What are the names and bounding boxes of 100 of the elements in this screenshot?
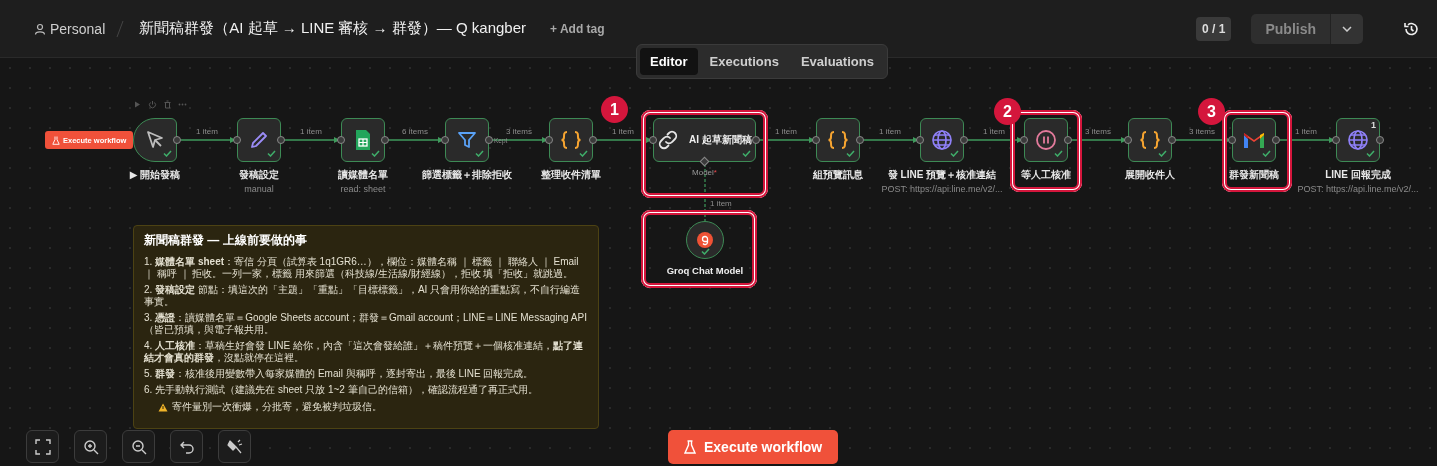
item-count-label: 1 item: [1294, 127, 1318, 136]
play-icon[interactable]: [133, 100, 142, 109]
trash-icon[interactable]: [163, 100, 172, 109]
eraser-button[interactable]: [218, 430, 251, 463]
node-label: AI 起草新聞稿: [689, 133, 752, 147]
fit-view-button[interactable]: [26, 430, 59, 463]
project-link[interactable]: Personal: [34, 20, 106, 37]
output-handle[interactable]: [1376, 136, 1384, 144]
item-count-label: 1 item: [611, 127, 635, 136]
history-icon[interactable]: [1403, 20, 1419, 37]
link-icon: [657, 129, 680, 151]
node-label: 整理收件清單: [541, 168, 601, 182]
output-handle[interactable]: [1272, 136, 1280, 144]
dropdown-button[interactable]: [1330, 13, 1363, 44]
zoom-in-button[interactable]: [74, 430, 107, 463]
item-count-label: 1 item: [982, 127, 1006, 136]
node-subtitle: read: sheet: [340, 184, 386, 194]
node-label: 等人工核准: [1021, 168, 1071, 182]
add-tag-link[interactable]: + Add tag: [550, 21, 605, 36]
node-label: 發 LINE 預覽＋核准連結: [887, 168, 997, 182]
model-handle[interactable]: [699, 156, 710, 167]
pencil-icon: [248, 129, 270, 151]
run-count: 1: [1371, 120, 1376, 130]
node-subtitle: manual: [244, 184, 274, 194]
item-count-label: 3 items: [1084, 127, 1112, 136]
output-handle[interactable]: [960, 136, 968, 144]
node-label: 組預覽訊息: [813, 168, 863, 182]
step-number-badge: 3: [1198, 98, 1225, 125]
item-count-label: 1 item: [195, 127, 219, 136]
note-warning: 寄件量別一次衝爆，分批寄，避免被判垃圾信。: [172, 400, 382, 414]
input-handle[interactable]: [1228, 136, 1236, 144]
input-handle[interactable]: [545, 136, 553, 144]
note-item: 4. 人工核准：草稿生好會發 LINE 給你，內含「這次會發給誰」＋稿件預覽＋一個核准連結，點了連結才會真的群發，沒點就停在這裡。: [144, 340, 584, 364]
output-handle[interactable]: [485, 136, 493, 144]
node-label: 讀媒體名單: [338, 168, 388, 182]
zoom-in-icon: [82, 438, 99, 455]
item-count-label: 1 item: [774, 127, 798, 136]
cursor-icon: [144, 129, 166, 151]
output-handle[interactable]: [752, 136, 760, 144]
node-label: Groq Chat Model: [666, 265, 744, 276]
output-handle[interactable]: [381, 136, 389, 144]
input-handle[interactable]: [1332, 136, 1340, 144]
output-handle[interactable]: [589, 136, 597, 144]
power-icon[interactable]: [148, 100, 157, 109]
flask-icon: [684, 440, 696, 454]
swirl-icon: [697, 232, 713, 248]
note-item: 6. 先手動執行測試（建議先在 sheet 只放 1~2 筆自己的信箱），確認流程通了再正式用。: [144, 384, 539, 396]
input-handle[interactable]: [1124, 136, 1132, 144]
input-handle[interactable]: [812, 136, 820, 144]
node-subtitle: POST: https://api.line.me/v2/...: [1297, 184, 1419, 194]
view-tab[interactable]: Editor: [640, 48, 698, 75]
workflow-title[interactable]: 新聞稿群發（AI 起草 → LINE 審核 → 群發）— Q kangber: [139, 19, 526, 38]
version-counter: 0 / 1: [1196, 16, 1232, 41]
item-count-label: 1 item: [710, 199, 732, 208]
port-label: Model*: [692, 168, 717, 177]
note-item: 3. 憑證：讀媒體名單＝Google Sheets account；群發＝Gmail account；LINE＝LINE Messaging API（皆已預填，與電子報共用。: [144, 312, 588, 336]
zoom-out-icon: [130, 438, 147, 455]
item-count-label: 1 item: [299, 127, 323, 136]
globe-icon: [931, 129, 953, 151]
mail-icon: [1242, 130, 1266, 150]
node-label: LINE 回報完成: [1325, 168, 1391, 182]
input-handle[interactable]: [916, 136, 924, 144]
node-label: 群發新聞稿: [1229, 168, 1279, 182]
spreadsheet-icon: [354, 129, 372, 151]
note-item: 1. 媒體名單 sheet：寄信 分頁（試算表 1q1GR6…），欄位：媒體名稱 ｜ 標籤 ｜ 聯絡人 ｜ Email ｜ 稱呼 ｜ 拒收。一列一家，標籤 用來篩選（科技線/生活線/財經線），拒收 填「拒收」就跳過。: [144, 256, 580, 280]
braces-icon: [826, 129, 850, 151]
node-label: 篩選標籤＋排除拒收: [422, 168, 512, 182]
undo-button[interactable]: [170, 430, 203, 463]
input-handle[interactable]: [1020, 136, 1028, 144]
note-item: 2. 發稿設定 節點：填這次的「主題」「重點」「目標標籤」，AI 只會用你給的重點寫，不自行編造事實。: [144, 284, 582, 308]
braces-icon: [1138, 129, 1162, 151]
input-handle[interactable]: [649, 136, 657, 144]
chevron-icon: [1342, 25, 1352, 32]
note-item: 5. 群發：核准後用變數帶入每家媒體的 Email 與稱呼，逐封寄出，最後 LINE 回報完成。: [144, 368, 535, 380]
output-handle[interactable]: [856, 136, 864, 144]
output-handle[interactable]: [173, 136, 181, 144]
warning-icon: [158, 402, 168, 412]
pause-icon: [1035, 129, 1057, 151]
zoom-out-button[interactable]: [122, 430, 155, 463]
output-handle[interactable]: [1064, 136, 1072, 144]
output-handle[interactable]: [1168, 136, 1176, 144]
output-handle[interactable]: [277, 136, 285, 144]
model-node[interactable]: [686, 221, 724, 259]
view-tab[interactable]: Executions: [699, 48, 789, 75]
flask-icon: [52, 135, 60, 145]
input-handle[interactable]: [337, 136, 345, 144]
input-handle[interactable]: [441, 136, 449, 144]
step-number-badge: 2: [994, 98, 1021, 125]
input-handle[interactable]: [233, 136, 241, 144]
step-number-badge: 1: [601, 96, 628, 123]
execute-workflow-button[interactable]: Execute workflow: [668, 430, 839, 464]
braces-icon: [559, 129, 583, 151]
fit-view-icon: [34, 438, 51, 455]
item-count-label: 6 items: [401, 127, 429, 136]
note-title: 新聞稿群發 — 上線前要做的事: [144, 232, 308, 249]
globe-icon: [1347, 129, 1369, 151]
node-subtitle: POST: https://api.line.me/v2/...: [881, 184, 1003, 194]
view-tab[interactable]: Evaluations: [790, 48, 884, 75]
person-icon: [34, 22, 46, 35]
eraser-icon: [226, 438, 243, 455]
